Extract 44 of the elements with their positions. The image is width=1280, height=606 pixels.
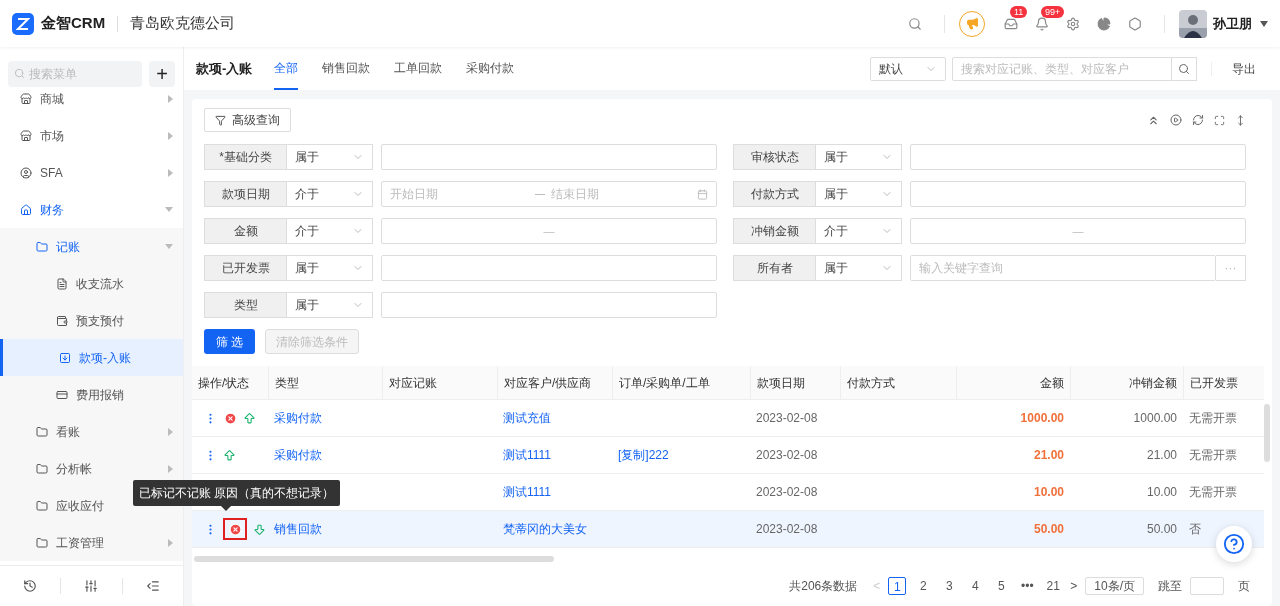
column-header: 冲销金额	[1070, 366, 1183, 399]
column-header: 类型	[268, 366, 382, 399]
filter-label: 审核状态	[733, 144, 816, 170]
column-header: 操作/状态	[197, 374, 251, 392]
filter-label: 所有者	[733, 255, 816, 281]
table-cell-text: 10.00	[1146, 484, 1177, 501]
count-badge: 99+	[1041, 5, 1065, 18]
page-title: 款项-入账	[196, 59, 253, 78]
table-cell-text: 21.00	[1146, 447, 1177, 464]
table-cell-text: 2023-02-08	[756, 447, 818, 464]
column-header: 对应记账	[382, 366, 497, 399]
table-cell-text: 无需开票	[1189, 447, 1237, 464]
filter-label: 已开发票	[204, 255, 287, 281]
filter-label: 类型	[204, 292, 287, 318]
tooltip: 已标记不记账 原因（真的不想记录）	[133, 480, 341, 506]
table-cell-text: 2023-02-08	[756, 521, 818, 538]
jump-label: 跳至	[1158, 578, 1182, 595]
table-cell-text: 1000.00	[1020, 410, 1064, 427]
column-header: 金额	[956, 366, 1070, 399]
filter-label: 付款方式	[733, 181, 816, 207]
company-name: 青岛欧克德公司	[130, 13, 236, 34]
table-cell-text: 2023-02-08	[756, 410, 818, 427]
brand-name: 金智CRM	[41, 13, 106, 34]
table-cell-text: 10.00	[1033, 484, 1064, 501]
table-cell-text: 50.00	[1033, 521, 1064, 538]
page-unit-label: 页	[1238, 578, 1250, 595]
table-cell-text: 无需开票	[1189, 484, 1237, 501]
table-cell-text: 无需开票	[1189, 410, 1237, 427]
total-count: 共206条数据	[789, 578, 858, 595]
count-badge: 11	[1010, 5, 1028, 18]
filter-label: 金额	[204, 218, 287, 244]
column-header: 对应客户/供应商	[497, 366, 612, 399]
column-header: 已开发票	[1183, 366, 1258, 399]
column-header: 订单/采购单/工单	[612, 366, 750, 399]
table-cell-text: 2023-02-08	[756, 484, 818, 501]
table-cell-text: 50.00	[1146, 521, 1177, 538]
column-header: 付款方式	[840, 366, 956, 399]
table-cell-text: 1000.00	[1133, 410, 1177, 427]
column-header: 款项日期	[750, 366, 840, 399]
table-cell-text: 否	[1189, 521, 1201, 538]
filter-label: 冲销金额	[733, 218, 816, 244]
filter-label: 款项日期	[204, 181, 287, 207]
table-cell-text: 21.00	[1033, 447, 1064, 464]
filter-label: *基础分类	[204, 144, 287, 170]
